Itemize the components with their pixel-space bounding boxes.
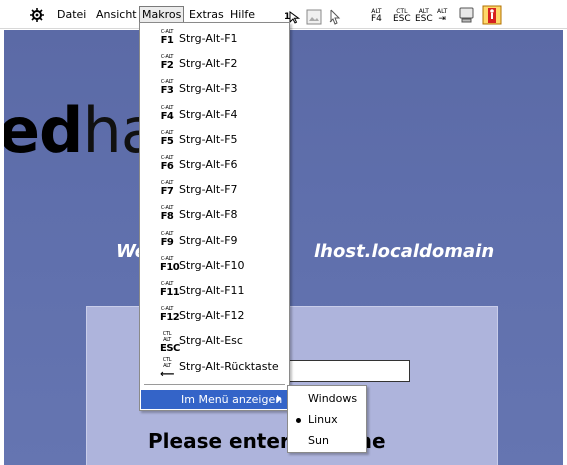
menu-item-label: Strg-Alt-F11 xyxy=(179,284,245,297)
menu-ansicht[interactable]: Ansicht xyxy=(94,6,139,23)
mouse-pointer-icon[interactable]: 1 xyxy=(284,7,301,24)
menu-item-strg-alt[interactable]: C-ALT F3 Strg-Alt-F3 xyxy=(141,76,288,101)
key-combo-icon: CTL ALT ESC xyxy=(160,331,180,355)
submenu-item-windows[interactable]: Windows xyxy=(289,389,365,409)
menu-item-strg-alt[interactable]: C-ALT F2 Strg-Alt-F2 xyxy=(141,51,288,76)
menu-item-label: Strg-Alt-F1 xyxy=(179,32,238,45)
menu-item-strg-alt[interactable]: C-ALT F12 Strg-Alt-F12 xyxy=(141,303,288,328)
menu-item-label: Strg-Alt-F2 xyxy=(179,57,238,71)
makros-menu: C-ALT F1 Strg-Alt-F1 C-ALT F2 Strg-Alt-F2 C-AL… xyxy=(139,22,290,411)
menu-item-label: Strg-Alt-F4 xyxy=(179,107,238,121)
key-combo-icon: C-ALT F12 xyxy=(160,306,180,324)
key-combo-icon: C-ALT F11 xyxy=(160,281,180,298)
key-combo-icon: C-ALT F7 xyxy=(160,180,174,198)
login-prompt: Please enter yername xyxy=(148,429,386,453)
menu-item-strg-alt[interactable]: C-ALT F7 Strg-Alt-F7 xyxy=(141,177,288,202)
menu-item-strg-alt[interactable]: C-ALT F5 Strg-Alt-F5 xyxy=(141,127,288,152)
menu-item-strg-alt[interactable]: C-ALT F6 Strg-Alt-F6 xyxy=(141,152,288,177)
settings-icon[interactable] xyxy=(30,0,44,29)
menu-item-label: Strg-Alt-F3 xyxy=(179,82,238,96)
submenu-item-label: Windows xyxy=(308,392,358,405)
show-in-menu-submenu: Windows Linux Sun xyxy=(287,385,367,453)
menu-item-strg-alt[interactable]: C-ALT F11 Strg-Alt-F11 xyxy=(141,278,288,303)
logo-fragment: edha xyxy=(4,94,159,167)
key-combo-icon: C-ALT F5 xyxy=(160,129,174,147)
key-combo-icon: C-ALT F9 xyxy=(160,230,174,248)
menu-hilfe[interactable]: Hilfe xyxy=(228,6,257,23)
key-combo-icon: C-ALT F3 xyxy=(160,79,174,97)
menu-item-strg-alt[interactable]: C-ALT F1 Strg-Alt-F1 xyxy=(141,26,288,51)
key-combo-icon: CTL ALT ⟵ xyxy=(160,356,174,380)
menu-item-strg-alt[interactable]: C-ALT F9 Strg-Alt-F9 xyxy=(141,228,288,253)
menu-item-label: Strg-Alt-Rücktaste xyxy=(179,359,279,373)
menu-item-strg-alt[interactable]: CTL ALT ⟵ Strg-Alt-Rücktaste xyxy=(141,354,288,380)
menu-item-label: Strg-Alt-F6 xyxy=(179,158,238,171)
menu-item-label: Strg-Alt-F5 xyxy=(179,132,238,146)
submenu-item-label: Sun xyxy=(308,434,329,447)
submenu-item-label: Linux xyxy=(308,413,338,426)
image-icon[interactable] xyxy=(306,7,322,25)
menu-item-label: Strg-Alt-F7 xyxy=(179,183,238,197)
menu-datei[interactable]: Datei xyxy=(55,6,88,23)
alt-esc-icon[interactable]: ALT ESC xyxy=(415,8,433,24)
menu-item-label: Strg-Alt-F10 xyxy=(179,258,245,272)
exit-icon[interactable] xyxy=(482,5,502,25)
menu-item-label: Strg-Alt-F9 xyxy=(179,233,238,247)
alt-tab-icon[interactable]: ALT ⇥ xyxy=(437,8,447,24)
submenu-arrow-icon xyxy=(277,395,281,403)
menu-separator xyxy=(144,384,285,385)
alt-f4-icon[interactable]: ALT F4 xyxy=(371,8,382,24)
submenu-item-sun[interactable]: Sun xyxy=(289,431,365,451)
screen-icon[interactable] xyxy=(458,6,476,24)
key-combo-icon: C-ALT F8 xyxy=(160,205,174,223)
menu-item-strg-alt[interactable]: C-ALT F4 Strg-Alt-F4 xyxy=(141,102,288,127)
menu-item-label: Strg-Alt-Esc xyxy=(179,334,243,348)
key-combo-icon: C-ALT F4 xyxy=(160,104,174,122)
menu-item-strg-alt[interactable]: CTL ALT ESC Strg-Alt-Esc xyxy=(141,328,288,355)
menu-item-strg-alt[interactable]: C-ALT F10 Strg-Alt-F10 xyxy=(141,253,288,278)
menu-item-label: Strg-Alt-F12 xyxy=(179,309,245,323)
menu-item-strg-alt[interactable]: C-ALT F8 Strg-Alt-F8 xyxy=(141,202,288,227)
menu-makros[interactable]: Makros xyxy=(139,6,185,23)
key-combo-icon: C-ALT F1 xyxy=(160,29,174,46)
cursor-icon[interactable] xyxy=(329,7,345,25)
ctl-esc-icon[interactable]: CTL ESC xyxy=(393,8,411,24)
menu-extras[interactable]: Extras xyxy=(187,6,226,23)
key-combo-icon: C-ALT F10 xyxy=(160,255,180,273)
submenu-item-linux[interactable]: Linux xyxy=(289,410,365,430)
show-in-menu-label: Im Menü anzeigen xyxy=(181,393,283,406)
show-in-menu-item[interactable]: Im Menü anzeigen xyxy=(141,390,288,409)
username-input[interactable] xyxy=(280,360,410,382)
key-combo-icon: C-ALT F2 xyxy=(160,54,174,72)
menu-item-label: Strg-Alt-F8 xyxy=(179,208,238,222)
svg-text:1: 1 xyxy=(284,12,290,22)
radio-dot-icon xyxy=(296,418,301,423)
key-combo-icon: C-ALT F6 xyxy=(160,155,174,172)
